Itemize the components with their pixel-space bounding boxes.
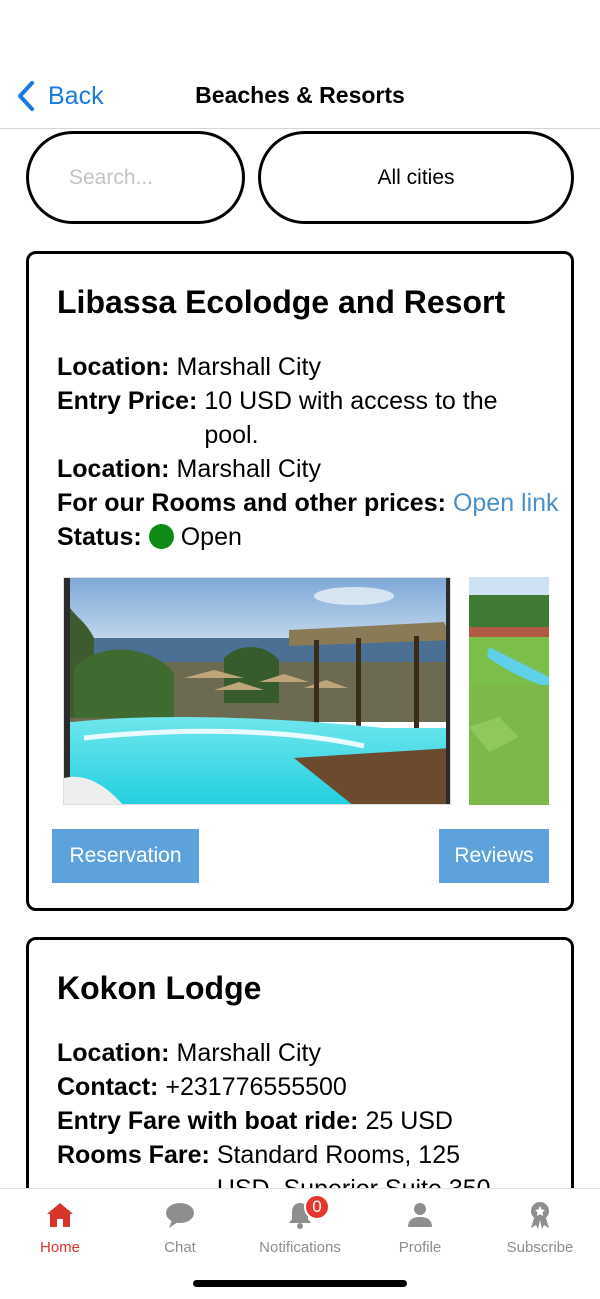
resort-card: Libassa Ecolodge and Resort Location: Ma… [26,251,574,911]
location-row: Location: Marshall City [57,350,571,384]
status-value: Open [180,523,242,551]
status-row: Status: Open [57,520,571,554]
location-label: Location: [57,353,170,381]
resort-card: Kokon Lodge Location: Marshall City Cont… [26,937,574,1217]
notification-badge: 0 [304,1194,330,1220]
location-row-2: Location: Marshall City [57,452,571,486]
location-value: Marshall City [176,353,321,381]
tab-subscribe[interactable]: Subscribe [480,1189,600,1269]
status-label: Status: [57,523,142,551]
city-select[interactable]: All cities [258,131,574,224]
status-value-wrap: Open [148,520,242,554]
search-input[interactable] [29,134,242,221]
award-icon [531,1202,549,1229]
contact-value[interactable]: +231776555500 [165,1070,346,1104]
page-title: Beaches & Resorts [195,82,405,108]
reservation-button[interactable]: Reservation [52,829,199,883]
search-box[interactable] [26,131,245,224]
resort-name: Libassa Ecolodge and Resort [57,284,506,320]
tab-profile[interactable]: Profile [360,1189,480,1269]
entry-price-value: 10 USD with access to the pool. [204,387,498,449]
rooms-prices-label: For our Rooms and other prices: [57,489,446,517]
entry-price-row: Entry Price: 10 USD with access to the p… [57,384,571,452]
home-indicator [193,1280,407,1287]
open-link[interactable]: Open link [453,486,559,520]
tab-label: Home [39,1239,80,1256]
resort-photo[interactable] [63,577,451,805]
resort-info: Location: Marshall City Entry Price: 10 … [57,350,571,554]
contact-label: Contact: [57,1073,159,1101]
tab-notifications[interactable]: 0 Notifications [240,1189,360,1269]
entry-fare-row: Entry Fare with boat ride: 25 USD [57,1104,571,1138]
tab-chat[interactable]: Chat [120,1189,240,1269]
resort-name: Kokon Lodge [57,970,262,1006]
pool-photo-image [64,578,450,804]
resort-photo-2[interactable] [469,577,549,805]
tab-label: Profile [398,1239,442,1256]
tab-home[interactable]: Home [0,1189,120,1269]
reviews-button[interactable]: Reviews [439,829,549,883]
location-row: Location: Marshall City [57,1036,571,1070]
person-icon [408,1203,432,1227]
contact-row: Contact: +231776555500 [57,1070,571,1104]
photo-gallery[interactable] [63,575,549,805]
location-value-2: Marshall City [176,455,321,483]
location-value: Marshall City [176,1039,321,1067]
chat-icon [166,1203,194,1228]
home-icon [47,1203,73,1227]
entry-fare-value: 25 USD [365,1107,453,1135]
location-label-2: Location: [57,455,170,483]
tab-label: Chat [164,1239,196,1256]
tab-label: Notifications [259,1239,341,1256]
resort-info: Location: Marshall City Contact: +231776… [57,1036,571,1206]
location-label: Location: [57,1039,170,1067]
nav-header: Back Beaches & Resorts [0,0,600,129]
entry-price-label: Entry Price: [57,387,198,415]
lawn-photo-image [469,577,549,805]
entry-fare-label: Entry Fare with boat ride: [57,1107,359,1135]
rooms-prices-row: For our Rooms and other prices: Open lin… [57,486,571,520]
tab-label: Subscribe [506,1239,574,1256]
status-open-dot [148,524,174,549]
